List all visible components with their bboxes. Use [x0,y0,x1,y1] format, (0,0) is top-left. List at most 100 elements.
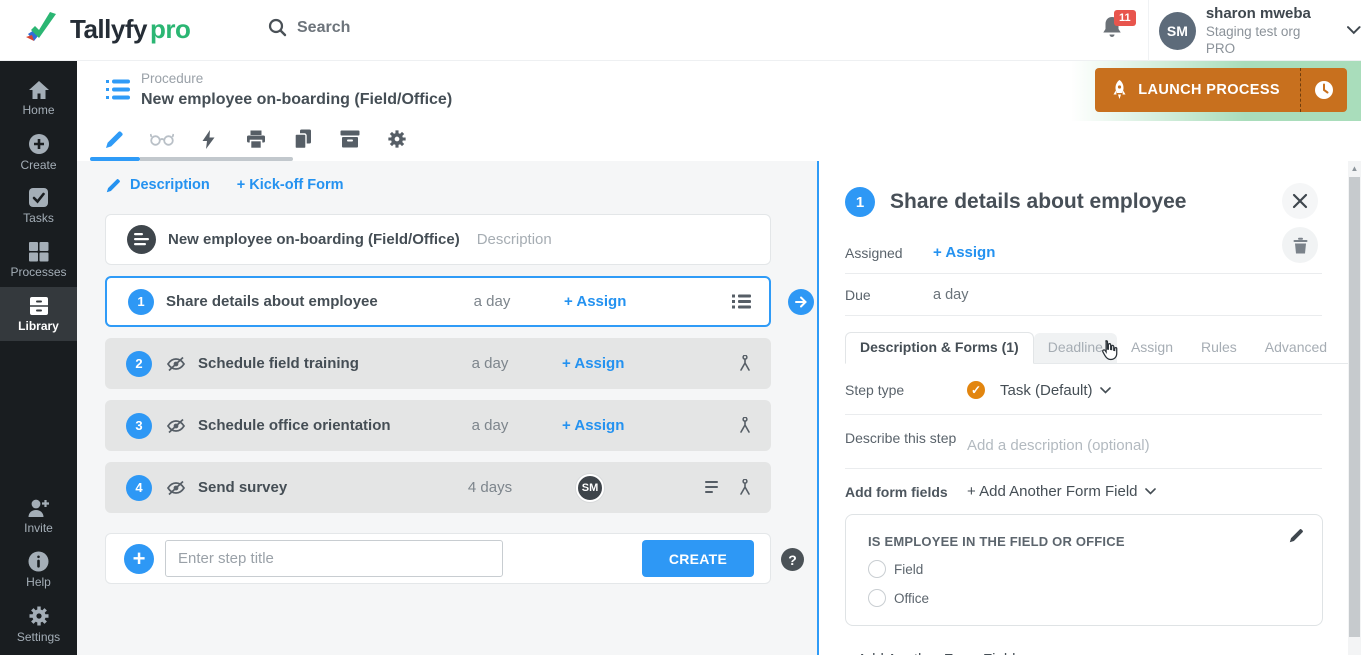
scrollbar-up-arrow[interactable]: ▲ [1348,164,1361,173]
info-icon [28,551,49,572]
page-header: Procedure New employee on-boarding (Fiel… [77,61,1361,121]
step-number-badge: 2 [126,351,152,377]
due-value[interactable]: a day [933,287,968,303]
archive-icon [340,130,360,148]
sidebar-item-tasks[interactable]: Tasks [0,179,77,233]
assigned-label: Assigned [845,245,933,261]
step-row-4[interactable]: 4 Send survey 4 days SM [105,462,771,513]
help-button[interactable]: ? [781,548,804,571]
tab-advanced[interactable]: Advanced [1251,333,1341,363]
step-assign-link[interactable]: + Assign [562,417,624,434]
branch-rule-icon [737,355,753,372]
step-row-1[interactable]: 1 Share details about employee a day + A… [105,276,771,327]
step-due[interactable]: a day [445,417,535,434]
add-step-button[interactable]: + [124,544,154,574]
add-another-form-field-link[interactable]: + Add Another Form Field [845,651,1322,655]
invite-user-icon [27,498,51,518]
step-row-3[interactable]: 3 Schedule office orientation a day + As… [105,400,771,451]
search-icon [268,18,287,37]
clock-icon [1314,80,1334,100]
chevron-down-icon [1347,26,1361,35]
sidebar-item-settings[interactable]: Settings [0,597,77,651]
panel-tabs: Description & Forms (1) Deadline Assign … [845,333,1348,364]
radio-circle[interactable] [868,560,886,578]
sidebar-item-help[interactable]: Help [0,543,77,597]
step-number-badge: 1 [128,289,154,315]
sidebar-item-label: Help [26,575,51,589]
user-org: Staging test org PRO [1206,23,1330,57]
open-step-arrow-button[interactable] [788,289,814,315]
panel-step-title: Share details about employee [890,190,1186,214]
notifications-button[interactable]: 11 [1100,14,1134,48]
brand-name: Tallyfy [70,14,147,45]
panel-step-number-badge: 1 [845,187,875,217]
editor-toolbar [77,121,1361,161]
left-sidebar: Home Create Tasks Processes Library Invi… [0,61,77,655]
archive-button[interactable] [326,121,373,157]
step-description-input[interactable]: Add a description (optional) [967,428,1150,454]
step-due[interactable]: a day [445,355,535,372]
copy-icon [294,129,312,149]
step-detail-panel: 1 Share details about employee Assigned … [819,161,1348,655]
library-cabinet-icon [28,296,50,316]
print-button[interactable] [232,121,279,157]
printer-icon [246,130,266,149]
radio-option-field[interactable]: Field [868,560,1300,578]
step-number-badge: 4 [126,475,152,501]
template-card[interactable]: New employee on-boarding (Field/Office) … [105,214,771,265]
panel-scrollbar[interactable]: ▲ [1348,161,1361,655]
edit-mode-button[interactable] [91,121,138,157]
radio-option-office[interactable]: Office [868,589,1300,607]
edit-field-pencil-icon[interactable] [1289,528,1304,543]
step-assign-link[interactable]: + Assign [562,355,624,372]
template-settings-button[interactable] [373,121,420,157]
sidebar-item-label: Tasks [23,211,54,225]
delete-step-button[interactable] [1282,227,1318,263]
sidebar-item-home[interactable]: Home [0,71,77,125]
create-step-button[interactable]: CREATE [642,540,754,577]
panel-assign-link[interactable]: + Assign [933,244,995,261]
branch-rule-icon [737,417,753,434]
logo-checkmark-icon [22,8,64,50]
new-step-title-input[interactable] [165,540,503,577]
step-row-2[interactable]: 2 Schedule field training a day + Assign [105,338,771,389]
user-menu[interactable]: SM sharon mweba Staging test org PRO [1148,0,1361,61]
sidebar-item-create[interactable]: Create [0,125,77,179]
automations-button[interactable] [185,121,232,157]
step-assignee-avatar[interactable]: SM [576,474,604,502]
sidebar-item-processes[interactable]: Processes [0,233,77,287]
step-due[interactable]: 4 days [445,479,535,496]
radio-circle[interactable] [868,589,886,607]
chevron-down-icon [1145,488,1156,495]
tab-rules[interactable]: Rules [1187,333,1251,363]
step-title: Send survey [198,479,287,496]
home-icon [28,80,50,100]
close-panel-button[interactable] [1282,183,1318,219]
step-type-select[interactable]: ✓ Task (Default) [967,381,1111,399]
sidebar-item-label: Library [18,319,59,333]
sidebar-item-label: Home [22,103,54,117]
search-button[interactable]: Search [268,18,350,37]
kickoff-form-link[interactable]: + Kick-off Form [237,177,344,193]
step-due[interactable]: a day [447,293,537,310]
duplicate-button[interactable] [279,121,326,157]
main-content: Description + Kick-off Form New employee… [77,161,1361,655]
step-title: Schedule field training [198,355,359,372]
scrollbar-thumb[interactable] [1349,177,1360,637]
step-title: Schedule office orientation [198,417,391,434]
brand-suffix: pro [150,14,190,45]
sidebar-item-invite[interactable]: Invite [0,489,77,543]
tab-assign[interactable]: Assign [1117,333,1187,363]
launch-process-button[interactable]: LAUNCH PROCESS [1095,68,1347,112]
add-form-field-link-label: + Add Another Form Field [967,483,1138,500]
preview-mode-button[interactable] [138,121,185,157]
user-name: sharon mweba [1206,4,1330,23]
tallyfy-logo[interactable]: Tallyfy pro [22,8,190,50]
step-assign-link[interactable]: + Assign [564,293,626,310]
launch-schedule-button[interactable] [1300,68,1347,112]
description-link[interactable]: Description [130,177,210,193]
add-form-field-dropdown[interactable]: + Add Another Form Field [967,483,1156,500]
tab-description-forms[interactable]: Description & Forms (1) [845,332,1034,364]
sidebar-item-library[interactable]: Library [0,287,77,341]
chevron-down-icon [1100,387,1111,394]
